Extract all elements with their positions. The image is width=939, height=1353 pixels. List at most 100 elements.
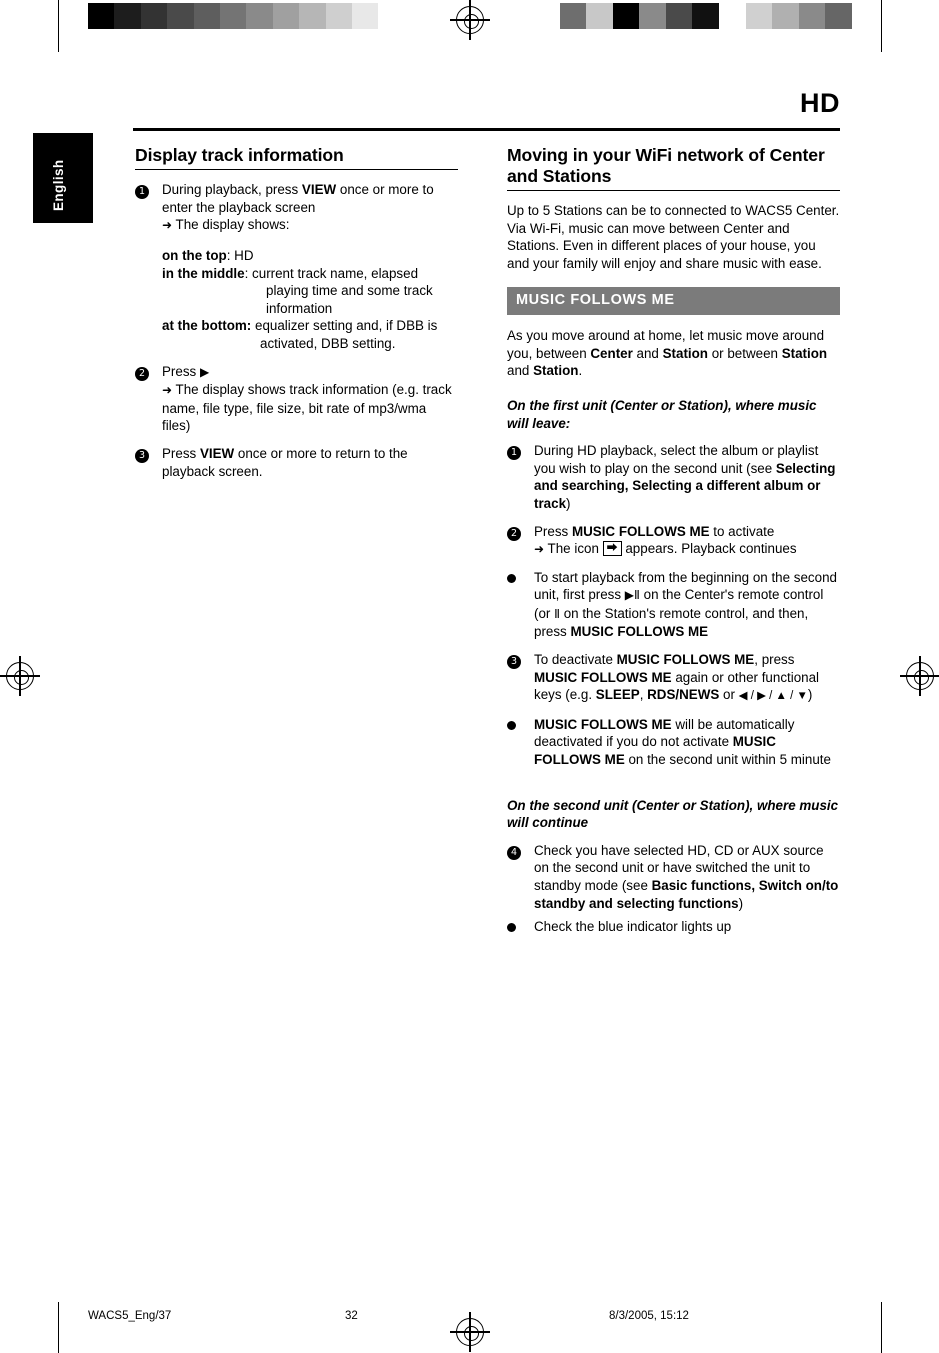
text: or between [708,345,782,361]
language-tab: English [33,133,93,223]
crop-mark-bottom-right-v [881,1302,883,1353]
step-marker: 3 [135,445,155,463]
feature-description: As you move around at home, let music mo… [507,327,840,380]
music-follows-me-icon: ⮕ [602,541,622,557]
greyscale-swatch [246,3,273,29]
step-text: Check you have selected HD, CD or AUX so… [534,842,840,912]
step-text: To start playback from the beginning on … [534,569,840,641]
text: and [632,345,663,361]
keyword: MUSIC FOLLOWS ME [571,523,710,539]
greyscale-swatch [586,3,613,29]
arrow-note: ➜ The icon ⮕ appears. Playback continues [534,540,840,559]
display-line-sep: : [244,265,253,281]
step-text: Check the blue indicator lights up [534,919,732,935]
step-marker: 1 [507,442,527,461]
list-item: 4 Check you have selected HD, CD or AUX … [507,842,840,912]
footer-date: 8/3/2005, 15:12 [609,1310,689,1322]
step-text-before: During playback, press [162,182,302,198]
bullet-icon [507,720,516,730]
bullet-marker [507,716,527,735]
text: or [719,687,739,703]
right-column: Moving in your WiFi network of Center an… [507,145,840,936]
list-item: 3 To deactivate MUSIC FOLLOWS ME, press … [507,651,840,706]
play-right-symbol: ▶ [199,364,210,379]
greyscale-swatch [325,3,353,29]
keyword: Station [662,345,708,361]
arrow-note-text: The display shows track information (e.g… [162,382,452,434]
text: , press [754,652,795,668]
play-pause-symbol: ▶Ⅱ [624,588,640,603]
arrow-note-text: The display shows: [175,217,290,233]
keyword: SLEEP [595,687,640,703]
registration-mark-bottom [450,1312,490,1352]
arrow-icon: ➜ [162,383,173,398]
text: to activate [709,523,775,539]
step-marker: 4 [507,842,527,860]
text: Press [534,523,572,539]
greyscale-swatch [193,3,221,29]
step-keyword: VIEW [199,445,235,461]
display-line-label: in the middle [162,265,245,281]
step-text: During HD playback, select the album or … [534,442,840,512]
subheading-second-unit: On the second unit (Center or Station), … [507,797,839,831]
list-item: 1 During HD playback, select the album o… [507,442,840,512]
greyscale-swatch [772,3,799,29]
crop-mark-bottom-left-v [58,1302,60,1353]
list-item: MUSIC FOLLOWS ME will be automatically d… [507,716,840,769]
display-line-value: equalizer setting and, if DBB is activat… [255,318,438,351]
intro-paragraph: Up to 5 Stations can be to connected to … [507,203,840,271]
footer-page-number: 32 [345,1310,358,1322]
greyscale-swatch [825,3,852,29]
keyword: MUSIC FOLLOWS ME [616,652,755,668]
display-line-label: on the top [162,247,227,263]
bullet-icon [507,573,516,583]
step-marker: 2 [507,523,527,541]
arrow-note: ➜ The display shows track information (e… [162,381,458,435]
step-text: Press ▶ [162,363,458,382]
display-line-value: HD [234,247,254,263]
left-section-rule [135,169,458,171]
step-text-before: Press [162,445,200,461]
list-item: Check the blue indicator lights up [507,918,840,936]
list-item: 2 Press ▶ ➜ The display shows track info… [135,363,458,435]
greyscale-swatch [533,3,560,29]
text: and [507,363,534,379]
right-section-rule [507,190,840,192]
bullet-marker [507,918,527,937]
greyscale-swatch [114,3,141,29]
list-item: To start playback from the beginning on … [507,569,840,641]
greyscale-swatch [299,3,326,29]
registration-mark-top [450,0,490,40]
keyword: MUSIC FOLLOWS ME [534,716,672,732]
navigation-symbols: ◀ / ▶ / ▲ / ▼ [738,690,808,703]
step-text: To deactivate MUSIC FOLLOWS ME, press MU… [534,651,840,706]
greyscale-swatch [665,3,693,29]
step-text-before: Press [162,363,200,379]
text: . [578,363,583,379]
greyscale-swatch [220,3,247,29]
text: on the second unit within 5 minute [624,752,831,768]
keyword: MUSIC FOLLOWS ME [534,669,672,685]
greyscale-swatch [140,3,168,29]
keyword: Station [533,363,579,379]
keyword: Station [781,345,828,361]
step-text: Press MUSIC FOLLOWS ME to activate [534,523,840,541]
registration-mark-right [900,656,939,696]
registration-mark-left [0,656,40,696]
greyscale-swatch [798,3,826,29]
page-title: HD [800,88,840,118]
greyscale-swatch [167,3,194,29]
list-item: 1 During playback, press VIEW once or mo… [135,181,458,235]
greyscale-swatch [719,3,746,29]
display-line-label: at the bottom: [162,318,252,334]
footer-file: WACS5_Eng/37 [88,1310,172,1322]
display-line: in the middle: current track name, elaps… [162,265,458,318]
subheading-first-unit: On the first unit (Center or Station), w… [507,397,817,431]
bullet-icon [507,923,516,933]
arrow-icon: ➜ [162,218,173,233]
text: appears. Playback continues [621,541,797,557]
arrow-icon: ➜ [534,542,545,557]
language-tab-label: English [51,159,66,211]
keyword: MUSIC FOLLOWS ME [570,624,709,640]
arrow-note: ➜ The display shows: [162,216,458,235]
